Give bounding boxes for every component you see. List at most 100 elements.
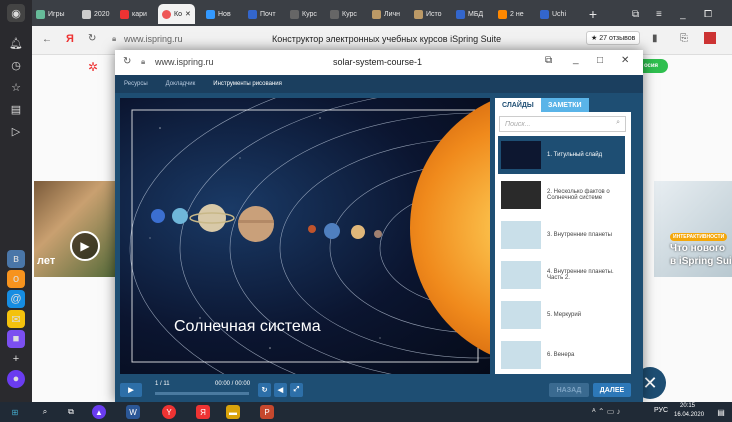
volume-icon[interactable]: ◀ bbox=[274, 383, 287, 397]
file-explorer-icon[interactable]: ▬ bbox=[226, 405, 240, 419]
translate-icon[interactable]: ⎘ bbox=[680, 33, 688, 44]
mail-icon[interactable]: ✉ bbox=[7, 310, 25, 328]
slide-list-item[interactable]: 5. Меркурий bbox=[498, 296, 625, 334]
search-icon[interactable]: ⌕ bbox=[38, 405, 52, 419]
menu-icon[interactable]: ≡ bbox=[656, 4, 662, 24]
yandex-browser-icon[interactable]: Y bbox=[162, 405, 176, 419]
slide-list-item[interactable]: 3. Внутренние планеты bbox=[498, 216, 625, 254]
play-icon[interactable]: ▷ bbox=[7, 122, 25, 140]
tab-13[interactable]: Uchi bbox=[540, 4, 566, 24]
powerpoint-icon[interactable]: P bbox=[260, 405, 274, 419]
slide-list-label: 4. Внутренние планеты. Часть 2. bbox=[547, 269, 614, 281]
slide-thumbnail bbox=[501, 221, 541, 249]
tab-favicon-icon bbox=[36, 9, 45, 19]
video-play-icon[interactable]: ▶ bbox=[70, 231, 100, 261]
url-text[interactable]: www.ispring.ru bbox=[124, 34, 183, 44]
back-icon[interactable]: ← bbox=[42, 34, 52, 45]
popup-url[interactable]: www.ispring.ru bbox=[155, 57, 214, 67]
search-input[interactable]: Поиск... ⌕ bbox=[499, 116, 626, 132]
tab-3[interactable]: кари bbox=[120, 4, 147, 24]
windows-start-icon[interactable]: ⊞ bbox=[8, 405, 22, 419]
prev-button[interactable]: НАЗАД bbox=[549, 383, 589, 397]
notification-center-icon[interactable]: ▤ bbox=[714, 405, 728, 419]
yandex-icon[interactable]: Я bbox=[196, 405, 210, 419]
alice-icon[interactable]: ▲ bbox=[92, 405, 106, 419]
tab-2[interactable]: 2020 bbox=[82, 4, 110, 24]
player-nav: Ресурсы Докладчик Инструменты рисования bbox=[115, 75, 643, 93]
tab-favicon-icon bbox=[540, 9, 549, 19]
tab-favicon-icon bbox=[372, 9, 381, 19]
messenger-icon[interactable]: ■ bbox=[7, 330, 25, 348]
add-icon[interactable]: + bbox=[7, 350, 25, 368]
favorites-icon[interactable]: ☆ bbox=[7, 78, 25, 96]
fullscreen-icon[interactable]: ⤢ bbox=[290, 383, 303, 397]
tab-12[interactable]: 2 не bbox=[498, 4, 524, 24]
ok-icon[interactable]: о bbox=[7, 270, 25, 288]
play-button[interactable]: ▶ bbox=[120, 383, 142, 397]
tab-10[interactable]: Исто bbox=[414, 4, 442, 24]
tab-manager-icon[interactable]: ⧉ bbox=[632, 4, 639, 24]
collections-icon[interactable]: ▤ bbox=[7, 100, 25, 118]
slide-list-item[interactable]: 4. Внутренние планеты. Часть 2. bbox=[498, 256, 625, 294]
copy-link-icon[interactable]: ⧉ bbox=[545, 55, 552, 66]
slide-list-label: 6. Венера bbox=[547, 352, 575, 358]
clock-date[interactable]: 16.04.2020 bbox=[674, 412, 704, 418]
tray-icons[interactable]: ᴬ ⌃ ▭ ♪ bbox=[592, 407, 621, 416]
tab-8[interactable]: Курс bbox=[330, 4, 357, 24]
nav-resources[interactable]: Ресурсы bbox=[124, 81, 148, 87]
language-indicator[interactable]: РУС bbox=[654, 407, 668, 414]
vk-icon[interactable]: в bbox=[7, 250, 25, 268]
tab-notes[interactable]: ЗАМЕТКИ bbox=[541, 98, 589, 112]
slide-list-item[interactable]: 2. Несколько фактов о Солнечной системе bbox=[498, 176, 625, 214]
tab-9[interactable]: Личн bbox=[372, 4, 400, 24]
close-tab-icon[interactable]: ✕ bbox=[185, 10, 191, 18]
tab-favicon-icon bbox=[456, 9, 465, 19]
tab-11[interactable]: МБД bbox=[456, 4, 483, 24]
yandex-logo-icon[interactable]: Я bbox=[66, 33, 74, 45]
slide-counter: 1 / 11 bbox=[155, 381, 170, 387]
progress-bar[interactable] bbox=[155, 392, 249, 395]
next-button[interactable]: ДАЛЕЕ bbox=[593, 383, 631, 397]
minimize-icon[interactable]: _ bbox=[680, 4, 686, 24]
word-icon[interactable]: W bbox=[126, 405, 140, 419]
ispring-logo-icon: ✲ bbox=[88, 60, 99, 74]
minimize-icon[interactable]: _ bbox=[573, 54, 579, 65]
profile-icon[interactable]: ◉ bbox=[7, 4, 25, 22]
tab-6[interactable]: Почт bbox=[248, 4, 276, 24]
slide-list-label: 1. Титульный слайд bbox=[547, 152, 603, 158]
notifications-icon[interactable]: 🔔︎ bbox=[7, 34, 25, 52]
planet-saturn bbox=[198, 204, 226, 232]
reload-icon[interactable]: ↻ bbox=[88, 33, 96, 44]
clock-time[interactable]: 20:15 bbox=[680, 403, 695, 409]
slide-thumbnail bbox=[501, 261, 541, 289]
popup-titlebar: ↻ 🔒︎ www.ispring.ru solar-system-course-… bbox=[115, 50, 643, 76]
tab-active[interactable]: Ко ✕ bbox=[158, 4, 195, 24]
close-icon[interactable]: ✕ bbox=[621, 55, 629, 66]
search-icon[interactable]: ⌕ bbox=[616, 119, 620, 127]
reload-icon[interactable]: ↻ bbox=[123, 56, 131, 67]
tab-5[interactable]: Нов bbox=[206, 4, 231, 24]
course-player-window: ↻ 🔒︎ www.ispring.ru solar-system-course-… bbox=[115, 50, 643, 402]
replay-icon[interactable]: ↻ bbox=[258, 383, 271, 397]
promo-title-line1: Что нового bbox=[670, 243, 726, 254]
nav-presenter[interactable]: Докладчик bbox=[166, 81, 196, 87]
promo-card-right[interactable]: ИНТЕРАКТИВНОСТИ Что нового в iSpring Sui bbox=[654, 181, 732, 277]
tab-1[interactable]: Игры bbox=[36, 4, 65, 24]
reviews-badge[interactable]: ★ 27 отзывов bbox=[586, 31, 641, 45]
maximize-icon[interactable]: □ bbox=[597, 55, 603, 66]
bookmark-icon[interactable]: ▮ bbox=[652, 33, 658, 44]
restore-icon[interactable]: ⧠ bbox=[704, 4, 712, 24]
slide-list-item[interactable]: 6. Венера bbox=[498, 336, 625, 374]
history-icon[interactable]: ◷ bbox=[7, 56, 25, 74]
mail-at-icon[interactable]: @ bbox=[7, 290, 25, 308]
extension-icon[interactable] bbox=[704, 32, 716, 44]
taskbar: ⊞ ⌕ ⧉ ▲ W Y Я ▬ P ᴬ ⌃ ▭ ♪ РУС 20:15 16.0… bbox=[0, 402, 732, 422]
nav-drawing-tools[interactable]: Инструменты рисования bbox=[213, 81, 282, 87]
slide-list-item[interactable]: 1. Титульный слайд bbox=[498, 136, 625, 174]
new-tab-button[interactable]: + bbox=[584, 4, 602, 24]
interactivity-badge: ИНТЕРАКТИВНОСТИ bbox=[670, 233, 728, 241]
tab-slides[interactable]: СЛАЙДЫ bbox=[495, 98, 541, 112]
tab-7[interactable]: Курс bbox=[290, 4, 317, 24]
alice-icon[interactable]: ● bbox=[7, 370, 25, 388]
task-view-icon[interactable]: ⧉ bbox=[64, 405, 78, 419]
